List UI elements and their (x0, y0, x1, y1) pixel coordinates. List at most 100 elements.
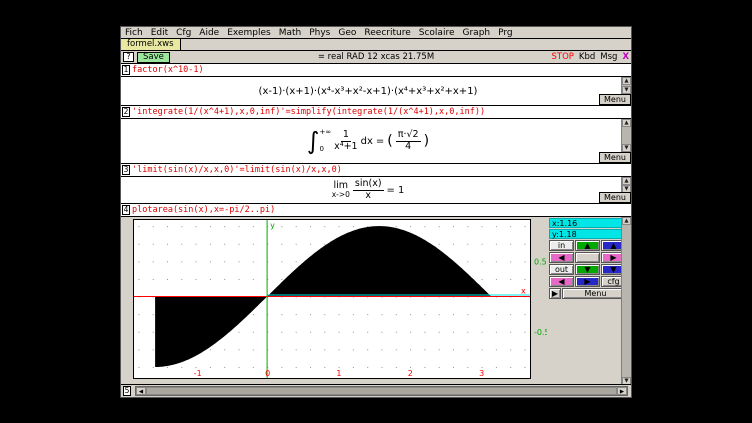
save-button[interactable]: Save (137, 52, 170, 63)
entry-2-input[interactable]: 'integrate(1/(x^4+1),x,0,inf)'=simplify(… (132, 107, 485, 117)
svg-text:0: 0 (265, 369, 270, 378)
entry-1-scrollbar[interactable]: ▲ ▼ (621, 77, 631, 94)
animate-button[interactable]: ▶ (549, 288, 561, 299)
menu-reecriture[interactable]: Reecriture (364, 28, 410, 38)
tab-bar: formel.xws (121, 39, 631, 51)
entry-4-number[interactable]: 4 (122, 205, 130, 215)
integral-expression: ∫ +∞ 0 (307, 129, 331, 153)
zoom-in-button[interactable]: in (549, 240, 574, 251)
graph-menu-button[interactable]: Menu (562, 288, 629, 299)
svg-text:2: 2 (408, 369, 413, 378)
pad-center-button[interactable] (575, 252, 600, 263)
menu-cfg[interactable]: Cfg (176, 28, 191, 38)
xcas-window: Fich Edit Cfg Aide Exemples Math Phys Ge… (120, 26, 632, 398)
cursor-x-readout: x:1.16 (549, 218, 629, 228)
svg-text:y: y (270, 221, 275, 230)
graph-control-panel: x:1.16 y:1.18 in ▲ ▲ ◀ ▶ out ▼ ▼ (549, 218, 629, 299)
cursor-y-readout: y:1.18 (549, 229, 629, 239)
menu-math[interactable]: Math (279, 28, 302, 38)
pad-row-4: ◀ ▶ cfg (549, 276, 629, 287)
menu-edit[interactable]: Edit (151, 28, 168, 38)
menu-geo[interactable]: Geo (338, 28, 356, 38)
menu-scolaire[interactable]: Scolaire (419, 28, 455, 38)
close-button[interactable]: X (622, 52, 629, 62)
result-fraction: π·√2 4 (396, 130, 421, 153)
pan-down-button[interactable]: ▼ (575, 264, 600, 275)
scroll-right-icon[interactable]: ▶ (617, 387, 627, 395)
scroll-track[interactable] (622, 127, 631, 144)
entry-1-menu-button[interactable]: Menu (599, 94, 631, 105)
entry-2-head: 2 'integrate(1/(x^4+1),x,0,inf)'=simplif… (121, 106, 631, 118)
menu-phys[interactable]: Phys (309, 28, 330, 38)
limit-expression: lim x->0 (332, 181, 350, 199)
entry-2-number[interactable]: 2 (122, 107, 130, 117)
entry-2-result: ∫ +∞ 0 1 x⁴+1 dx = ( π·√2 4 ) (121, 119, 615, 163)
session-horizontal-scrollbar[interactable]: ◀ ▶ (135, 386, 628, 396)
entry-4-head: 4 plotarea(sin(x),x=-pi/2..pi) (121, 204, 631, 216)
scroll-up-icon[interactable]: ▲ (622, 177, 631, 185)
pad-row-1: in ▲ ▲ (549, 240, 629, 251)
menu-prg[interactable]: Prg (498, 28, 513, 38)
toolbar-right-group: STOP Kbd Msg X (551, 52, 629, 62)
toolbar: ? Save = real RAD 12 xcas 21.75M STOP Kb… (121, 51, 631, 64)
scroll-down-icon[interactable]: ▼ (622, 86, 631, 94)
entry-2-scrollbar[interactable]: ▲ ▼ (621, 119, 631, 152)
pad-row-2: ◀ ▶ (549, 252, 629, 263)
pan-up-button[interactable]: ▲ (575, 240, 600, 251)
scroll-thumb[interactable] (146, 387, 617, 395)
svg-text:x: x (521, 287, 526, 296)
entry-3-scrollbar[interactable]: ▲ ▼ (621, 177, 631, 192)
msg-button[interactable]: Msg (600, 52, 617, 62)
entry-1-input[interactable]: factor(x^10-1) (132, 65, 204, 75)
pad-row-5: ▶ Menu (549, 288, 629, 299)
pan-left-button[interactable]: ◀ (549, 252, 574, 263)
integrand-denominator: x⁴+1 (334, 142, 357, 153)
integral-upper-bound: +∞ (319, 129, 331, 136)
svg-text:0.5: 0.5 (534, 257, 547, 266)
entry-3-input[interactable]: 'limit(sin(x)/x,x,0)'=limit(sin(x)/x,x,0… (132, 165, 342, 175)
zoom-out-button[interactable]: out (549, 264, 574, 275)
next-entry-number[interactable]: 5 (123, 386, 131, 396)
lim-approach: x->0 (332, 191, 350, 199)
dx-symbol: dx (361, 136, 373, 147)
scroll-up-icon[interactable]: ▲ (622, 217, 631, 225)
menu-exemples[interactable]: Exemples (227, 28, 270, 38)
entry-4-input[interactable]: plotarea(sin(x),x=-pi/2..pi) (132, 205, 275, 215)
result-denominator: 4 (405, 142, 411, 153)
scroll-down-icon[interactable]: ▼ (622, 377, 631, 384)
scroll-up-icon[interactable]: ▲ (622, 119, 631, 127)
stop-button[interactable]: STOP (551, 52, 573, 62)
entry-3-menu-button[interactable]: Menu (599, 192, 631, 203)
menu-fich[interactable]: Fich (125, 28, 143, 38)
entry-4-scrollbar[interactable]: ▲ ▼ (621, 217, 631, 384)
rotate-left-button[interactable]: ◀ (549, 276, 574, 287)
left-paren: ( (387, 133, 392, 149)
menu-graph[interactable]: Graph (463, 28, 491, 38)
integrand-numerator: 1 (341, 130, 351, 142)
svg-text:-0.5: -0.5 (534, 328, 547, 337)
result-numerator: π·√2 (396, 130, 421, 142)
entry-1-head: 1 factor(x^10-1) (121, 64, 631, 76)
svg-text:1: 1 (336, 369, 341, 378)
scroll-left-icon[interactable]: ◀ (136, 387, 146, 395)
plot-canvas[interactable]: -101230.5-0.5xy (133, 219, 547, 383)
entry-1-number[interactable]: 1 (122, 65, 130, 75)
entry-3-head: 3 'limit(sin(x)/x,x,0)'=limit(sin(x)/x,x… (121, 164, 631, 176)
session-entries: 1 factor(x^10-1) (x-1)·(x+1)·(x⁴-x³+x²-x… (121, 64, 631, 384)
menu-aide[interactable]: Aide (199, 28, 219, 38)
bottom-bar: 5 ◀ ▶ (121, 384, 631, 397)
integral-bounds: +∞ 0 (319, 129, 331, 153)
kbd-button[interactable]: Kbd (579, 52, 595, 62)
help-button[interactable]: ? (123, 52, 134, 62)
entry-3-number[interactable]: 3 (122, 165, 130, 175)
menu-bar: Fich Edit Cfg Aide Exemples Math Phys Ge… (121, 27, 631, 39)
entry-2-menu-button[interactable]: Menu (599, 152, 631, 163)
scroll-up-icon[interactable]: ▲ (622, 77, 631, 85)
rotate-right-button[interactable]: ▶ (575, 276, 600, 287)
integral-lower-bound: 0 (319, 146, 331, 153)
scroll-track[interactable] (622, 225, 631, 377)
scroll-down-icon[interactable]: ▼ (622, 144, 631, 152)
entry-1-result: (x-1)·(x+1)·(x⁴-x³+x²-x+1)·(x⁴+x³+x²+x+1… (121, 77, 615, 105)
equals-sign: = (387, 185, 395, 196)
tab-formel-xws[interactable]: formel.xws (121, 39, 181, 50)
